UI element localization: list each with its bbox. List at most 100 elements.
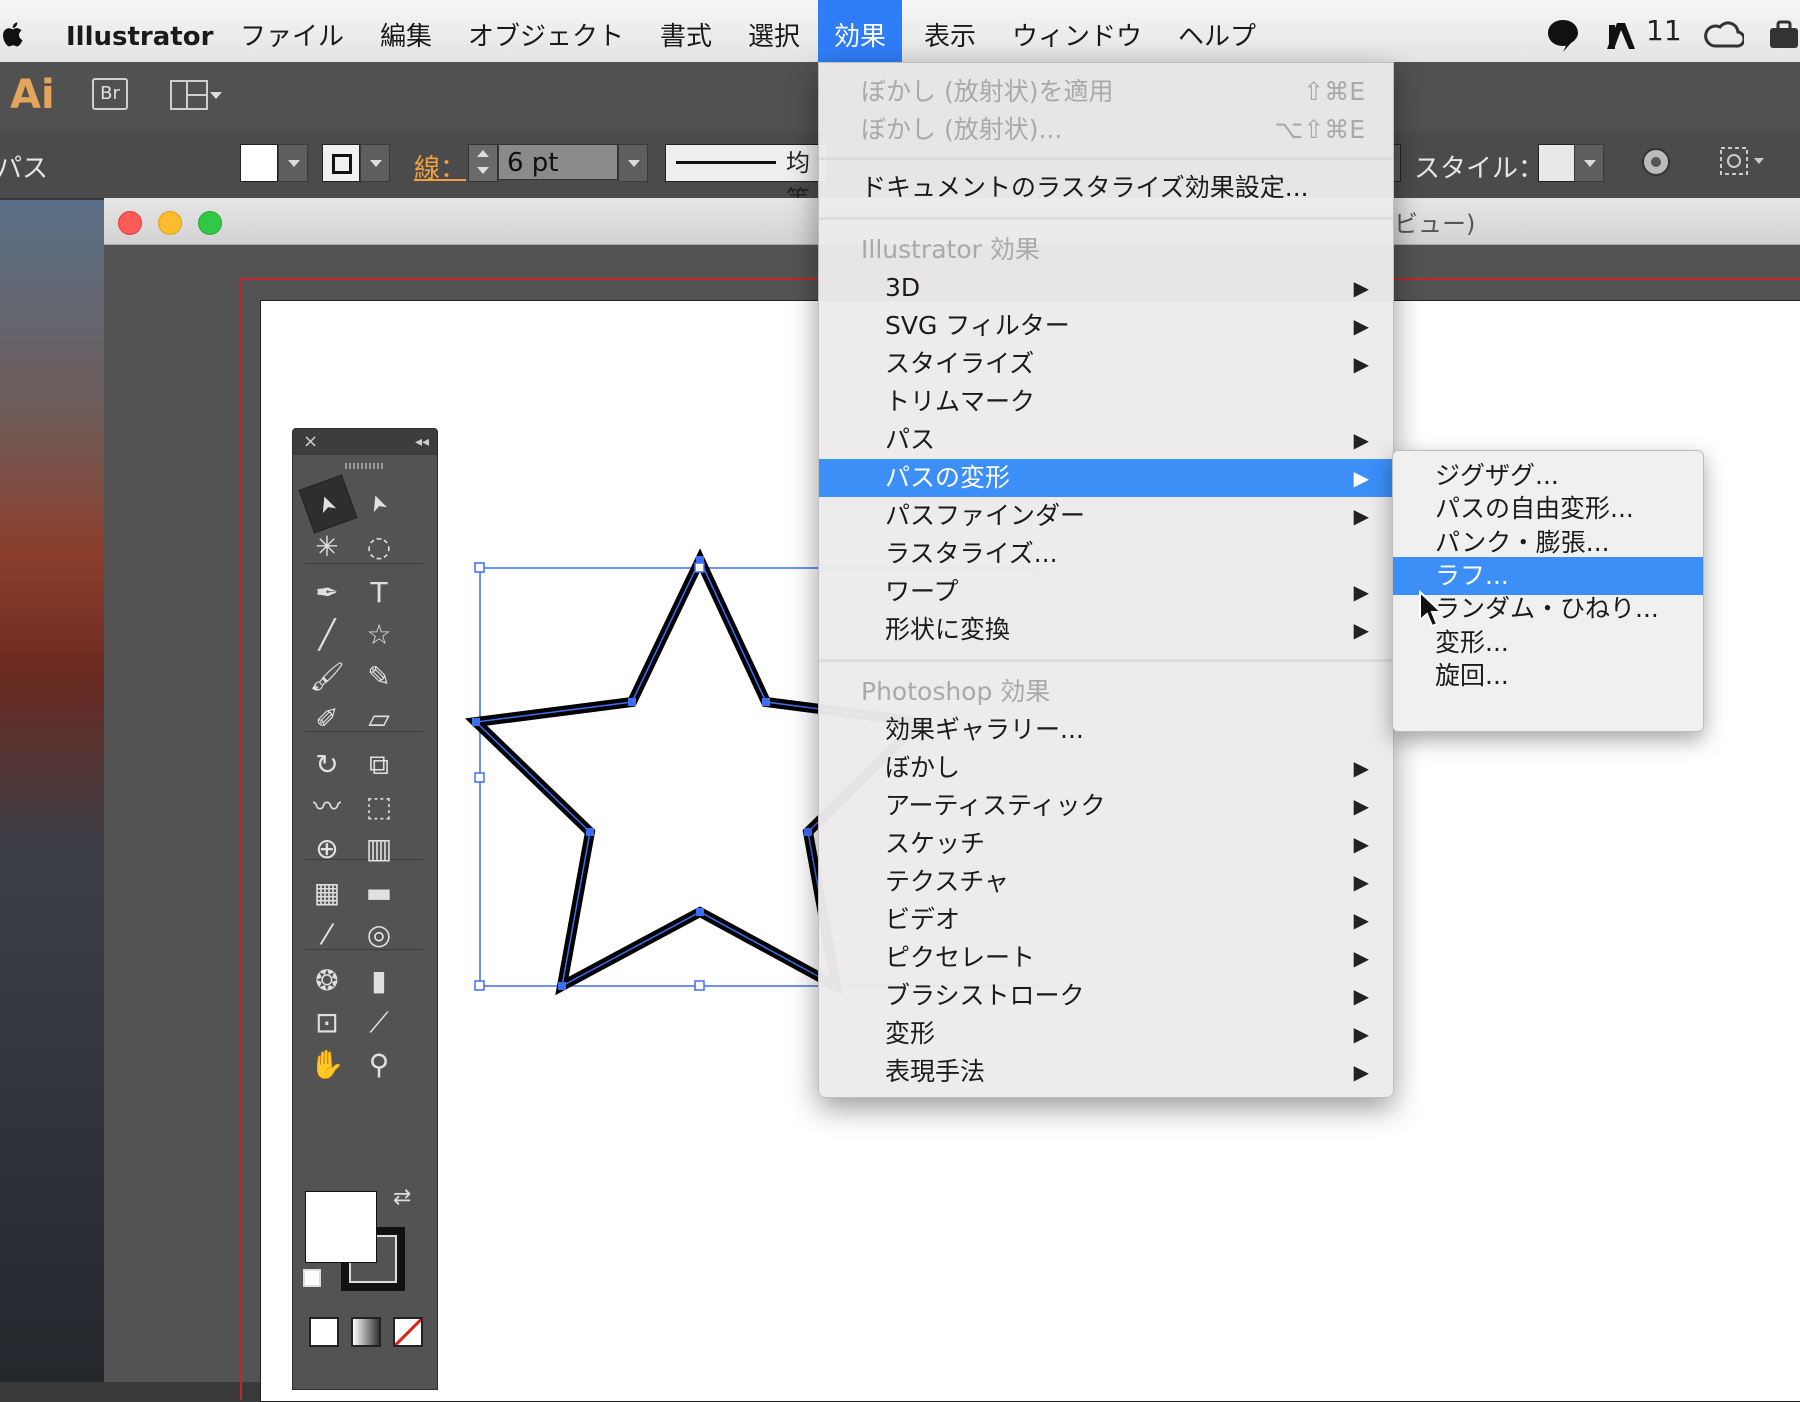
direct-selection-icon[interactable]: ➤ xyxy=(351,475,407,531)
menu-item[interactable]: アーティスティック ▶ xyxy=(819,787,1393,825)
submenu-arrow-icon: ▶ xyxy=(1353,580,1369,604)
color-mode-icon[interactable] xyxy=(309,1317,339,1347)
magic-wand-icon[interactable]: ✳ xyxy=(305,525,349,569)
minimize-window-button[interactable] xyxy=(158,211,182,235)
symbol-sprayer-icon[interactable]: ❂ xyxy=(305,959,349,1003)
stroke-swatch[interactable] xyxy=(322,144,360,182)
menu-separator xyxy=(819,659,1393,662)
recolor-artwork-icon[interactable] xyxy=(1640,146,1672,178)
stroke-label[interactable]: 線： xyxy=(414,148,466,185)
stroke-profile-select[interactable]: 均等 xyxy=(665,144,827,213)
menu-item[interactable]: パスの変形 ▶ xyxy=(819,459,1393,497)
stroke-dropdown[interactable] xyxy=(360,144,390,182)
swap-fill-stroke-icon[interactable]: ⇄ xyxy=(393,1185,411,1210)
none-mode-icon[interactable] xyxy=(393,1317,423,1347)
menu-item[interactable]: パス ▶ xyxy=(819,421,1393,459)
slice-icon[interactable]: ⟋ xyxy=(357,1001,401,1045)
style-swatch[interactable] xyxy=(1538,144,1576,182)
bridge-button[interactable]: Br xyxy=(92,78,128,110)
menu-object[interactable]: オブジェクト xyxy=(468,0,624,62)
menu-item-label: 効果ギャラリー... xyxy=(885,715,1084,744)
menu-help[interactable]: ヘルプ xyxy=(1178,0,1256,62)
menu-item[interactable]: パスファインダー ▶ xyxy=(819,497,1393,535)
menu-type[interactable]: 書式 xyxy=(660,0,712,62)
menu-file[interactable]: ファイル xyxy=(240,0,344,62)
perspective-grid-icon[interactable]: ▥ xyxy=(357,827,401,871)
close-window-button[interactable] xyxy=(118,211,142,235)
menu-item[interactable]: スタイライズ ▶ xyxy=(819,345,1393,383)
menu-item[interactable]: ビデオ ▶ xyxy=(819,901,1393,939)
zoom-window-button[interactable] xyxy=(198,211,222,235)
menu-item[interactable]: 表現手法 ▶ xyxy=(819,1053,1393,1091)
menu-select[interactable]: 選択 xyxy=(748,0,800,62)
fill-dropdown[interactable] xyxy=(278,144,308,182)
creative-cloud-icon[interactable] xyxy=(1704,20,1744,50)
stroke-weight-field[interactable]: 6 pt xyxy=(498,144,618,180)
speech-bubble-icon[interactable] xyxy=(1546,18,1580,54)
pen-icon[interactable]: ✒ xyxy=(305,571,349,615)
submenu-item[interactable]: ジグザグ... xyxy=(1393,457,1703,495)
chevron-down-icon[interactable] xyxy=(210,92,222,99)
submenu-item[interactable]: パスの自由変形... xyxy=(1393,490,1703,528)
stroke-stepper[interactable] xyxy=(468,144,498,182)
menu-item[interactable]: トリムマーク xyxy=(819,383,1393,421)
menu-item[interactable]: ピクセレート ▶ xyxy=(819,939,1393,977)
submenu-item-label: ランダム・ひねり... xyxy=(1435,594,1659,624)
scale-icon[interactable]: ⧉ xyxy=(357,743,401,787)
menu-window[interactable]: ウィンドウ xyxy=(1012,0,1142,62)
style-dropdown[interactable] xyxy=(1574,144,1604,182)
fill-color-box[interactable] xyxy=(305,1191,377,1263)
mesh-icon[interactable]: ▦ xyxy=(305,871,349,915)
menu-item[interactable]: 効果ギャラリー... xyxy=(819,711,1393,749)
menu-item[interactable]: ブラシストローク ▶ xyxy=(819,977,1393,1015)
menu-item[interactable]: 変形 ▶ xyxy=(819,1015,1393,1053)
gradient-icon[interactable]: ▬ xyxy=(357,871,401,915)
hand-icon[interactable]: ✋ xyxy=(305,1043,349,1087)
submenu-item[interactable]: 旋回... xyxy=(1393,657,1703,695)
rotate-icon[interactable]: ↻ xyxy=(305,743,349,787)
shape-builder-icon[interactable]: ⊕ xyxy=(305,827,349,871)
app-menu[interactable]: Illustrator xyxy=(66,0,213,62)
free-transform-icon[interactable]: ⬚ xyxy=(357,785,401,829)
menu-item[interactable]: ドキュメントのラスタライズ効果設定... xyxy=(819,169,1393,207)
pencil-icon[interactable]: ✎ xyxy=(357,655,401,699)
artboard-icon[interactable]: ⊡ xyxy=(305,1001,349,1045)
menu-effect[interactable]: 効果 xyxy=(818,0,903,62)
briefcase-icon[interactable] xyxy=(1768,20,1800,50)
menu-item[interactable]: スケッチ ▶ xyxy=(819,825,1393,863)
default-colors-icon[interactable] xyxy=(303,1269,321,1287)
menu-view[interactable]: 表示 xyxy=(924,0,976,62)
fill-swatch[interactable] xyxy=(240,144,278,182)
panel-grip[interactable] xyxy=(345,463,385,469)
stroke-weight-dropdown[interactable] xyxy=(618,144,648,182)
collapse-icon[interactable]: ◂◂ xyxy=(415,429,429,455)
type-icon[interactable]: T xyxy=(357,571,401,615)
gradient-mode-icon[interactable] xyxy=(351,1317,381,1347)
menu-item[interactable]: テクスチャ ▶ xyxy=(819,863,1393,901)
lasso-icon[interactable]: ◌ xyxy=(357,525,401,569)
arrange-documents-icon[interactable] xyxy=(170,80,208,110)
graph-icon[interactable]: ▮ xyxy=(357,959,401,1003)
warp-icon[interactable]: 〰 xyxy=(305,785,349,829)
eraser-icon[interactable]: ▱ xyxy=(357,697,401,741)
menu-edit[interactable]: 編集 xyxy=(380,0,432,62)
paintbrush-icon[interactable]: 🖌 xyxy=(305,655,349,699)
adobe-icon[interactable] xyxy=(1606,22,1636,50)
isolate-object-icon[interactable] xyxy=(1718,144,1768,178)
menu-item[interactable]: 形状に変換 ▶ xyxy=(819,611,1393,649)
blend-icon[interactable]: ◎ xyxy=(357,913,401,957)
close-icon[interactable]: × xyxy=(303,431,318,452)
star-icon[interactable]: ☆ xyxy=(357,613,401,657)
menu-item[interactable]: ぼかし ▶ xyxy=(819,749,1393,787)
blob-brush-icon[interactable]: ✐ xyxy=(305,697,349,741)
zoom-icon[interactable]: ⚲ xyxy=(357,1043,401,1087)
menu-item[interactable]: ラスタライズ... xyxy=(819,535,1393,573)
menu-item[interactable]: SVG フィルター ▶ xyxy=(819,307,1393,345)
menu-item[interactable]: ワープ ▶ xyxy=(819,573,1393,611)
submenu-item-label: ラフ... xyxy=(1435,560,1509,590)
eyedropper-icon[interactable]: ⁄ xyxy=(305,913,349,957)
line-icon[interactable]: ╱ xyxy=(305,613,349,657)
apple-icon[interactable] xyxy=(0,20,24,48)
submenu-item[interactable]: パンク・膨張... xyxy=(1393,524,1703,562)
menu-item[interactable]: 3D ▶ xyxy=(819,269,1393,307)
